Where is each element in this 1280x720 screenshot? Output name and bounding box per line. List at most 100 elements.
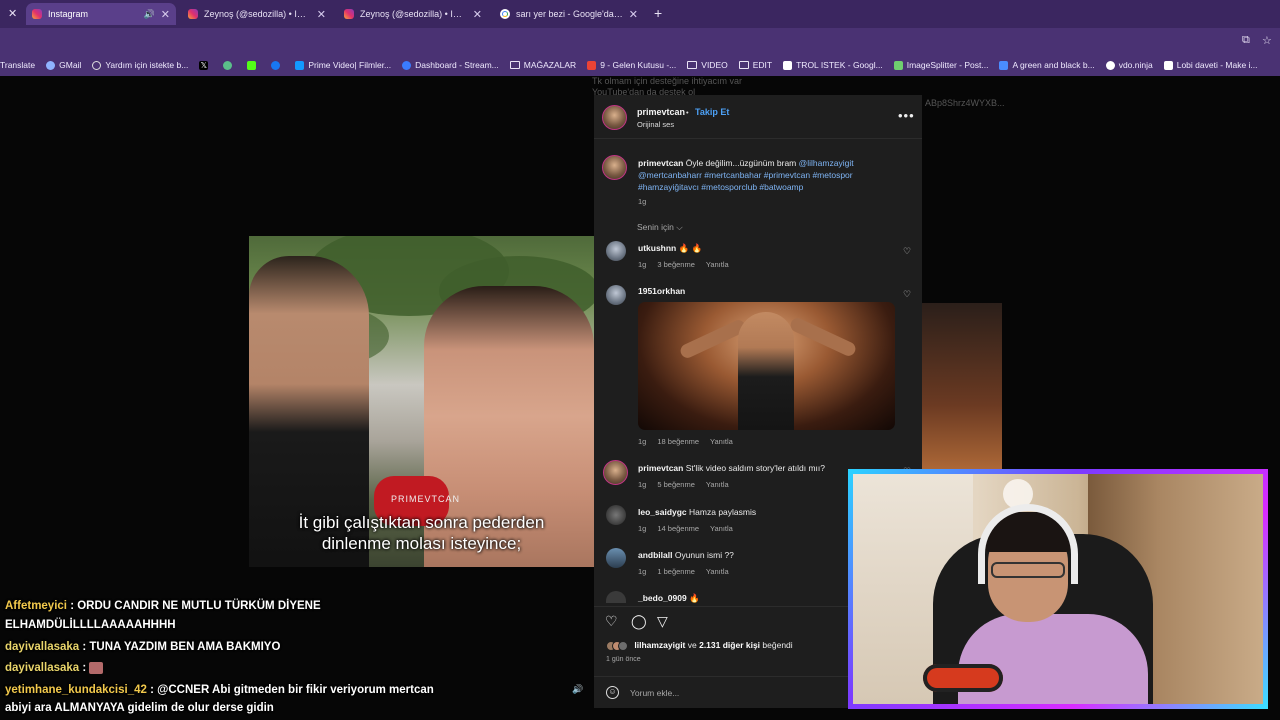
comment-text: andbilall Oyunun ismi ?? <box>638 550 734 560</box>
comment-sort-dropdown[interactable]: Senin için ⌵ <box>637 222 683 233</box>
chat-message: abiyi ara ALMANYAYA gidelim de olur ders… <box>5 702 274 714</box>
comment-gif[interactable] <box>638 302 895 430</box>
close-tab-icon[interactable]: ✕ <box>473 8 482 21</box>
comment-meta: 1g 1 beğenme Yanıtla <box>638 567 729 576</box>
instagram-icon <box>344 9 354 19</box>
facebook-icon <box>271 60 281 70</box>
chat-message: dayivallasaka : <box>5 662 104 674</box>
bookmark-green-black[interactable]: A green and black b... <box>999 60 1095 70</box>
bookmark-dashboard[interactable]: Dashboard - Stream... <box>402 60 499 70</box>
microphone <box>923 664 1003 692</box>
avatar[interactable] <box>606 591 626 603</box>
bookmark-app-1[interactable] <box>223 60 236 70</box>
like-comment-heart-icon[interactable]: ♡ <box>903 289 911 300</box>
tab-zeynos-1[interactable]: Zeynoş (@sedozilla) • Instagram ✕ <box>182 3 332 25</box>
chat-message: dayivallasaka : TUNA YAZDIM BEN AMA BAKM… <box>5 641 281 653</box>
reply-button[interactable]: Yanıtla <box>710 524 733 533</box>
streamlabs-icon <box>402 60 412 70</box>
speaker-icon[interactable]: 🔊 <box>144 9 155 20</box>
reply-button[interactable]: Yanıtla <box>706 567 729 576</box>
avatar[interactable] <box>606 505 626 525</box>
background-image <box>922 303 1002 473</box>
reply-button[interactable]: Yanıtla <box>706 260 729 269</box>
bookmark-app-2[interactable] <box>247 60 260 70</box>
video-subtitle-line2: dinlenme molası isteyince; <box>321 534 522 553</box>
app-icon <box>223 60 233 70</box>
tab-google-search[interactable]: sarı yer bezi - Google'da Ara ✕ <box>494 3 644 25</box>
comment-bubble-icon[interactable]: ◯ <box>631 613 647 630</box>
x-logo-icon: 𝕏 <box>199 60 209 70</box>
new-tab-button[interactable]: + <box>654 5 662 21</box>
post-timestamp: 1 gün önce <box>606 656 641 663</box>
bookmark-facebook[interactable] <box>271 60 284 70</box>
bookmark-translate[interactable]: Translate <box>0 60 35 70</box>
emoji-icon[interactable]: ☺ <box>606 686 619 699</box>
reel-video[interactable]: PRIMEVTCAN İt gibi çalıştıktan sonra ped… <box>249 236 594 567</box>
separator-dot: • <box>686 108 689 117</box>
video-subtitle-line1: İt gibi çalıştıktan sonra pederden <box>298 513 545 532</box>
google-icon <box>500 9 510 19</box>
close-window-icon[interactable]: ✕ <box>8 7 17 20</box>
instagram-icon <box>188 9 198 19</box>
chat-message: ELHAMDÜLİLLLLAAAAAHHHH <box>5 619 176 631</box>
caption-time: 1g <box>638 197 647 206</box>
bookmark-folder-video[interactable]: VIDEO <box>687 60 728 70</box>
bookmark-gmail[interactable]: GMail <box>46 60 81 70</box>
reply-button[interactable]: Yanıtla <box>710 437 733 446</box>
share-send-icon[interactable]: ▽ <box>657 613 668 630</box>
globe-icon <box>92 60 102 70</box>
globe-icon <box>46 60 56 70</box>
chat-message: yetimhane_kundakcisi_42 : @CCNER Abi git… <box>5 684 434 696</box>
like-heart-icon[interactable]: ♡ <box>605 613 618 630</box>
close-tab-icon[interactable]: ✕ <box>629 8 638 21</box>
bookmark-x[interactable]: 𝕏 <box>199 60 212 70</box>
avatar[interactable] <box>606 285 626 305</box>
avatar[interactable] <box>606 241 626 261</box>
volume-icon[interactable]: 🔊 <box>570 684 586 698</box>
liked-by[interactable]: lilhamzayigit ve 2.131 diğer kişi beğend… <box>606 640 793 651</box>
bookmark-help[interactable]: Yardım için istekte b... <box>92 60 188 70</box>
chevron-down-icon: ⌵ <box>676 222 683 232</box>
bookmark-prime-video[interactable]: Prime Video| Filmler... <box>295 60 391 70</box>
folder-icon <box>687 61 698 69</box>
bookmarks-bar: Translate GMail Yardım için istekte b...… <box>0 54 1280 76</box>
comment-text: primevtcan St'lik video saldım story'ler… <box>638 463 826 473</box>
more-options-icon[interactable]: ••• <box>898 108 915 123</box>
image-icon <box>893 60 903 70</box>
bookmark-gmail-inbox[interactable]: 9 - Gelen Kutusu -... <box>587 60 676 70</box>
avatar[interactable] <box>602 105 627 130</box>
avatar[interactable] <box>603 460 628 485</box>
like-comment-heart-icon[interactable]: ♡ <box>903 246 911 257</box>
comment-text: leo_saidygc Hamza paylasmis <box>638 507 757 517</box>
doc-icon <box>783 60 793 70</box>
bookmark-folder-magazalar[interactable]: MAĞAZALAR <box>509 60 576 70</box>
avatar[interactable] <box>606 548 626 568</box>
audio-label[interactable]: Orijinal ses <box>637 120 674 129</box>
vdo-ninja-icon <box>1105 60 1115 70</box>
browser-toolbar: ⧉ ☆ <box>0 28 1280 54</box>
bookmark-trol-istek[interactable]: TROL ISTEK - Googl... <box>783 60 883 70</box>
bookmark-lobi-daveti[interactable]: Lobi daveti - Make i... <box>1163 60 1258 70</box>
screen: ✕ Instagram 🔊 ✕ Zeynoş (@sedozilla) • In… <box>0 0 1280 720</box>
close-tab-icon[interactable]: ✕ <box>317 8 326 21</box>
prime-video-icon <box>295 60 305 70</box>
bookmark-folder-edit[interactable]: EDIT <box>738 60 772 70</box>
tab-instagram[interactable]: Instagram 🔊 ✕ <box>26 3 176 25</box>
bookmark-star-icon[interactable]: ☆ <box>1262 34 1272 47</box>
kick-icon <box>247 60 257 70</box>
avatar[interactable] <box>602 155 627 180</box>
comment-text: utkushnn 🔥 🔥 <box>638 243 703 253</box>
reply-button[interactable]: Yanıtla <box>706 480 729 489</box>
comment-meta: 1g 3 beğenme Yanıtla <box>638 260 729 269</box>
folder-icon <box>509 61 520 69</box>
bookmark-vdo-ninja[interactable]: vdo.ninja <box>1105 60 1153 70</box>
post-username[interactable]: primevtcan <box>637 107 685 117</box>
close-tab-icon[interactable]: ✕ <box>161 8 170 21</box>
bookmark-imagesplitter[interactable]: ImageSplitter - Post... <box>893 60 988 70</box>
comment-text: 1951orkhan <box>638 286 686 296</box>
cast-icon[interactable]: ⧉ <box>1242 34 1250 47</box>
post-header: primevtcan • Takip Et Orijinal ses ••• <box>594 95 922 139</box>
tab-zeynos-2[interactable]: Zeynoş (@sedozilla) • Instagram ✕ <box>338 3 488 25</box>
video-watermark: PRIMEVTCAN <box>391 494 461 504</box>
follow-button[interactable]: Takip Et <box>695 107 729 117</box>
